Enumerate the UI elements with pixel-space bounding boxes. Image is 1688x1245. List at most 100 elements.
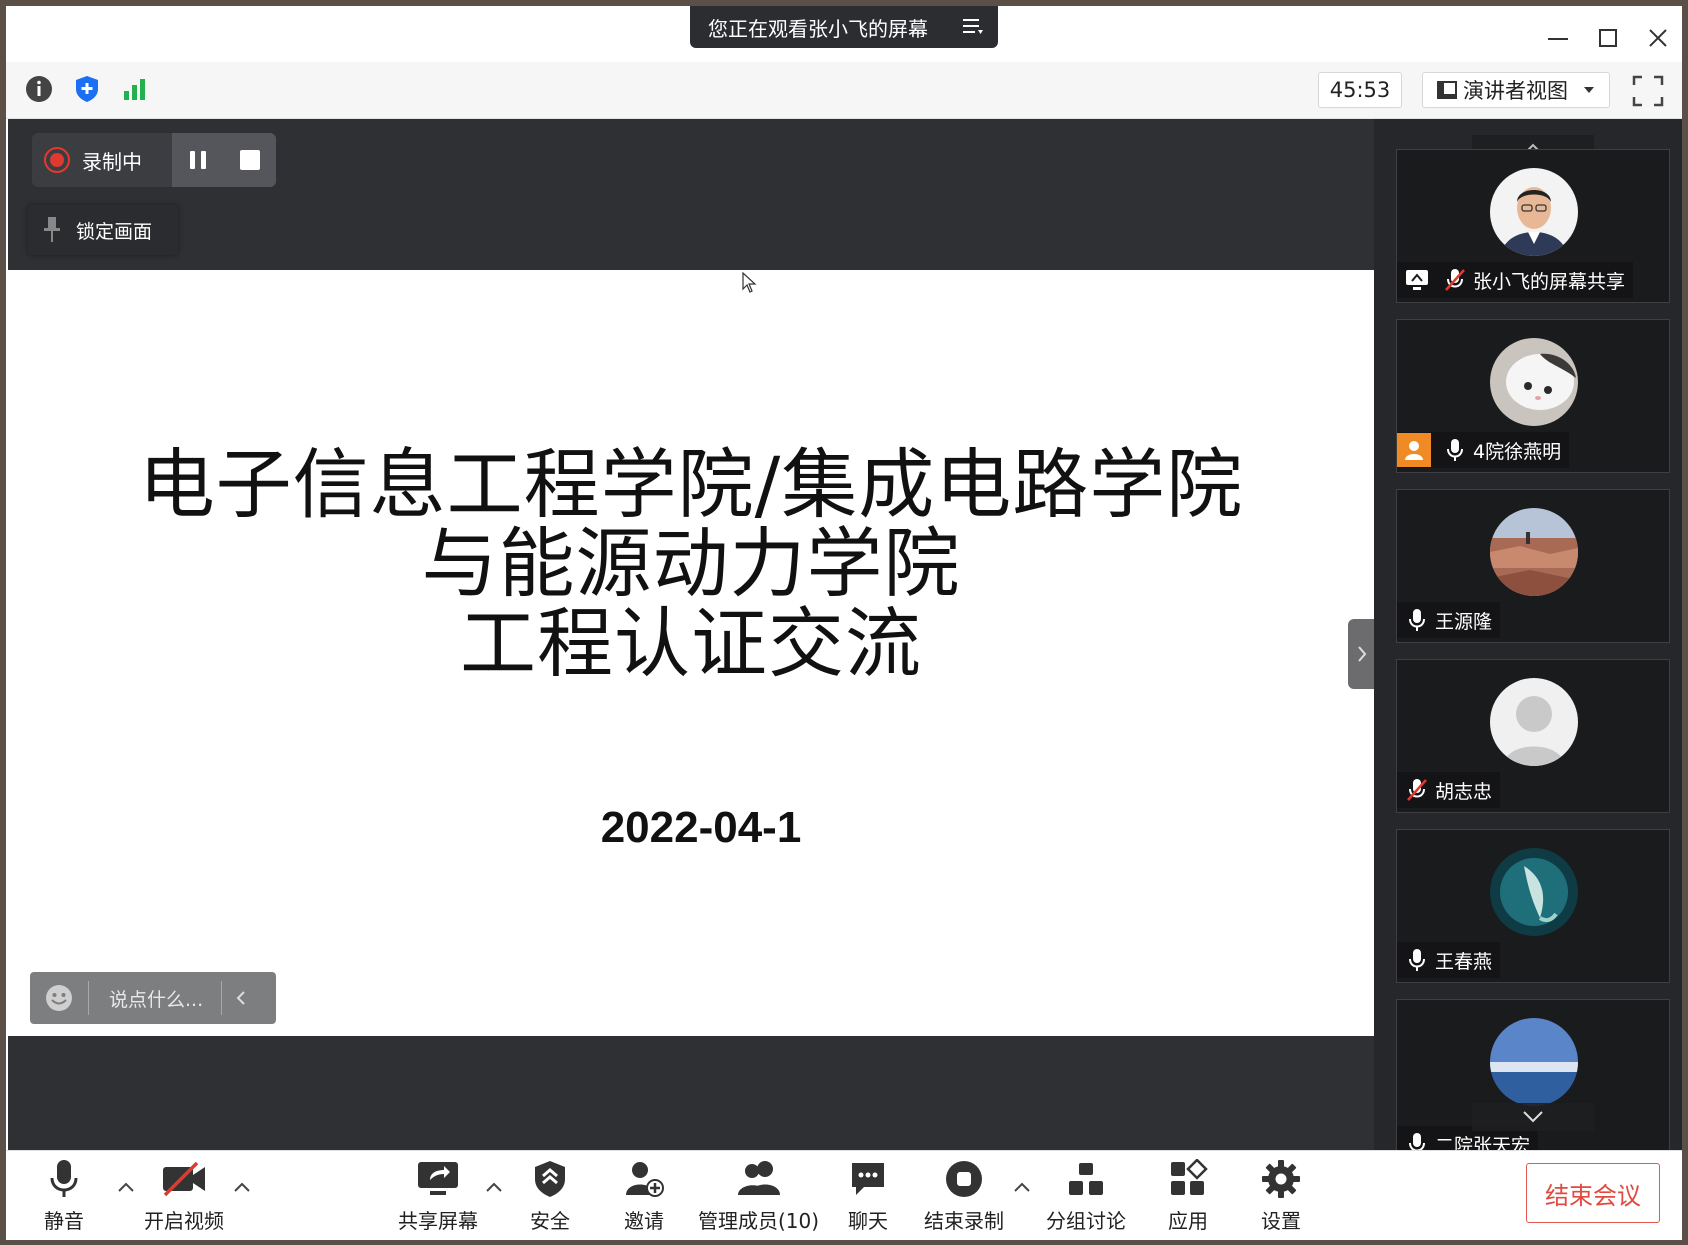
security-button[interactable]: 安全 — [526, 1157, 574, 1237]
participant-tile[interactable]: 张小飞的屏幕共享 — [1396, 149, 1670, 303]
invite-button[interactable]: 邀请 — [620, 1157, 668, 1237]
title-bar: 您正在观看张小飞的屏幕 — [6, 6, 1682, 62]
mermaid-art-icon — [1490, 848, 1578, 936]
participant-name: 胡志忠 — [1435, 780, 1493, 803]
maximize-button[interactable] — [1588, 18, 1628, 58]
participants-panel[interactable]: 张小飞的屏幕共享 4院徐燕明 王源隆 胡志忠 王春燕 二院张天宏 — [1374, 119, 1682, 1150]
lock-view-button[interactable]: 锁定画面 — [28, 205, 178, 255]
mouse-cursor-icon — [742, 272, 757, 293]
recording-control: 录制中 — [32, 133, 276, 187]
participant-tile[interactable]: 胡志忠 — [1396, 659, 1670, 813]
avatar — [1490, 678, 1578, 766]
minimize-button[interactable] — [1538, 18, 1578, 58]
participant-tile[interactable]: 4院徐燕明 — [1396, 319, 1670, 473]
network-signal-button[interactable] — [118, 72, 152, 106]
mic-icon — [50, 1160, 78, 1197]
pin-icon — [44, 217, 60, 242]
stop-recording-button[interactable] — [224, 133, 276, 187]
mute-label: 静音 — [44, 1209, 84, 1233]
avatar — [1490, 168, 1578, 256]
avatar — [1490, 508, 1578, 596]
chevron-right-icon — [1358, 646, 1367, 662]
screen-share-banner[interactable]: 您正在观看张小飞的屏幕 — [690, 6, 998, 48]
recording-status: 录制中 — [32, 133, 172, 187]
slide-date: 2022-04-1 — [600, 803, 802, 852]
scroll-down-button[interactable] — [1472, 1103, 1594, 1131]
default-user-icon — [1490, 678, 1578, 766]
chevron-up-icon[interactable] — [116, 1177, 136, 1197]
breakout-icon — [1069, 1163, 1103, 1195]
participant-label: 4院徐燕明 — [1397, 432, 1570, 468]
avatar — [1490, 1018, 1578, 1106]
avatar — [1490, 338, 1578, 426]
end-recording-label: 结束录制 — [924, 1209, 1004, 1233]
view-mode-dropdown[interactable]: 演讲者视图 — [1422, 72, 1610, 108]
muted-mic-icon — [1441, 266, 1469, 294]
chevron-left-icon[interactable] — [234, 989, 248, 1007]
participant-label: 王源隆 — [1397, 602, 1501, 638]
muted-mic-icon — [1403, 776, 1431, 804]
banner-text: 您正在观看张小飞的屏幕 — [708, 16, 928, 41]
portrait-man-icon — [1490, 168, 1578, 256]
end-meeting-button[interactable]: 结束会议 — [1526, 1163, 1660, 1223]
video-off-icon — [163, 1161, 205, 1197]
breakout-rooms-label: 分组讨论 — [1046, 1209, 1126, 1233]
meeting-window: 您正在观看张小飞的屏幕 45:53 演讲者视图 录制中 锁定画面 电子信息工程学… — [6, 6, 1682, 1240]
participant-name: 张小飞的屏幕共享 — [1473, 270, 1626, 293]
chevron-down-icon — [1523, 1111, 1543, 1123]
participant-name: 王源隆 — [1435, 610, 1493, 633]
participant-label: 张小飞的屏幕共享 — [1397, 262, 1634, 298]
share-screen-icon — [418, 1162, 458, 1195]
mic-icon — [1403, 946, 1431, 974]
chevron-down-icon — [1584, 87, 1594, 93]
add-user-icon — [626, 1162, 664, 1197]
start-video-button[interactable]: 开启视频 — [144, 1157, 224, 1237]
chevron-up-icon[interactable] — [232, 1177, 252, 1197]
mic-icon — [1441, 436, 1469, 464]
chat-placeholder: 说点什么... — [109, 988, 204, 1011]
manage-members-button[interactable]: 管理成员(10) — [698, 1157, 819, 1237]
seaside-photo-icon — [1490, 1018, 1578, 1106]
apps-button[interactable]: 应用 — [1164, 1157, 1212, 1237]
participant-tile[interactable]: 王春燕 — [1396, 829, 1670, 983]
meeting-toolbar: 45:53 演讲者视图 — [6, 62, 1682, 119]
end-recording-button[interactable]: 结束录制 — [924, 1157, 1004, 1237]
chat-button[interactable]: 聊天 — [844, 1157, 892, 1237]
fullscreen-icon[interactable] — [1631, 74, 1665, 108]
security-badge-button[interactable] — [70, 72, 104, 106]
quick-chat-input[interactable]: 说点什么... — [30, 972, 276, 1024]
share-screen-button[interactable]: 共享屏幕 — [398, 1157, 478, 1237]
info-icon — [26, 76, 52, 102]
emoji-icon[interactable] — [44, 983, 74, 1013]
menu-icon[interactable] — [962, 16, 984, 36]
chevron-up-icon[interactable] — [1012, 1177, 1032, 1197]
avatar — [1490, 848, 1578, 936]
shield-icon — [76, 76, 98, 102]
info-button[interactable] — [22, 72, 56, 106]
layout-icon — [1437, 81, 1457, 99]
meeting-timer: 45:53 — [1318, 72, 1402, 108]
mic-icon — [1403, 1130, 1431, 1150]
participant-label: 王春燕 — [1397, 942, 1501, 978]
share-screen-label: 共享屏幕 — [398, 1209, 478, 1233]
screen-share-icon — [1403, 266, 1431, 294]
pause-recording-button[interactable] — [172, 133, 224, 187]
participant-tile[interactable]: 王源隆 — [1396, 489, 1670, 643]
close-button[interactable] — [1638, 18, 1678, 58]
mute-button[interactable]: 静音 — [40, 1157, 88, 1237]
settings-button[interactable]: 设置 — [1257, 1157, 1305, 1237]
apps-grid-icon — [1171, 1159, 1208, 1195]
participant-name: 王春燕 — [1435, 950, 1493, 973]
slide-title-line-3: 工程认证交流 — [460, 599, 922, 688]
breakout-rooms-button[interactable]: 分组讨论 — [1046, 1157, 1126, 1237]
invite-label: 邀请 — [624, 1209, 664, 1233]
maximize-icon — [1599, 29, 1617, 47]
control-bar: 静音 开启视频 共享屏幕 安全 邀请 管理成员(10) 聊天 结束录制 分组讨论… — [6, 1150, 1682, 1240]
shared-screen-stage: 录制中 锁定画面 电子信息工程学院/集成电路学院 与能源动力学院 工程认证交流 … — [8, 119, 1376, 1150]
stop-record-icon — [946, 1161, 982, 1197]
chevron-up-icon[interactable] — [484, 1177, 504, 1197]
canyon-photo-icon — [1490, 508, 1578, 596]
cat-photo-icon — [1490, 338, 1578, 426]
collapse-panel-button[interactable] — [1348, 619, 1376, 689]
gear-icon — [1262, 1160, 1300, 1198]
